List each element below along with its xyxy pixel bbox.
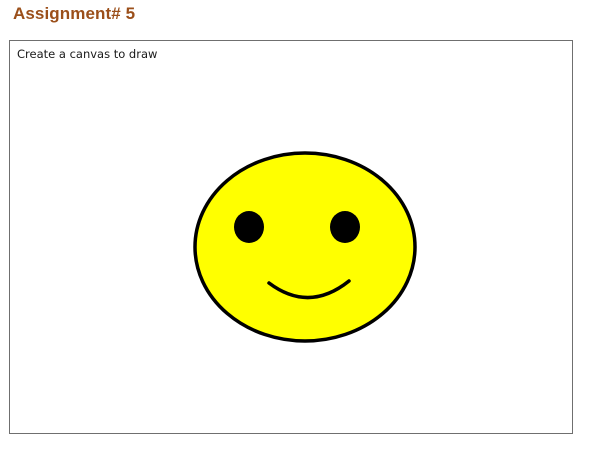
left-eye <box>234 211 264 243</box>
canvas-frame: Create a canvas to draw <box>9 40 573 434</box>
page-title: Assignment# 5 <box>13 4 136 23</box>
drawing-canvas <box>193 151 417 343</box>
face-circle <box>193 151 417 343</box>
right-eye <box>330 211 360 243</box>
